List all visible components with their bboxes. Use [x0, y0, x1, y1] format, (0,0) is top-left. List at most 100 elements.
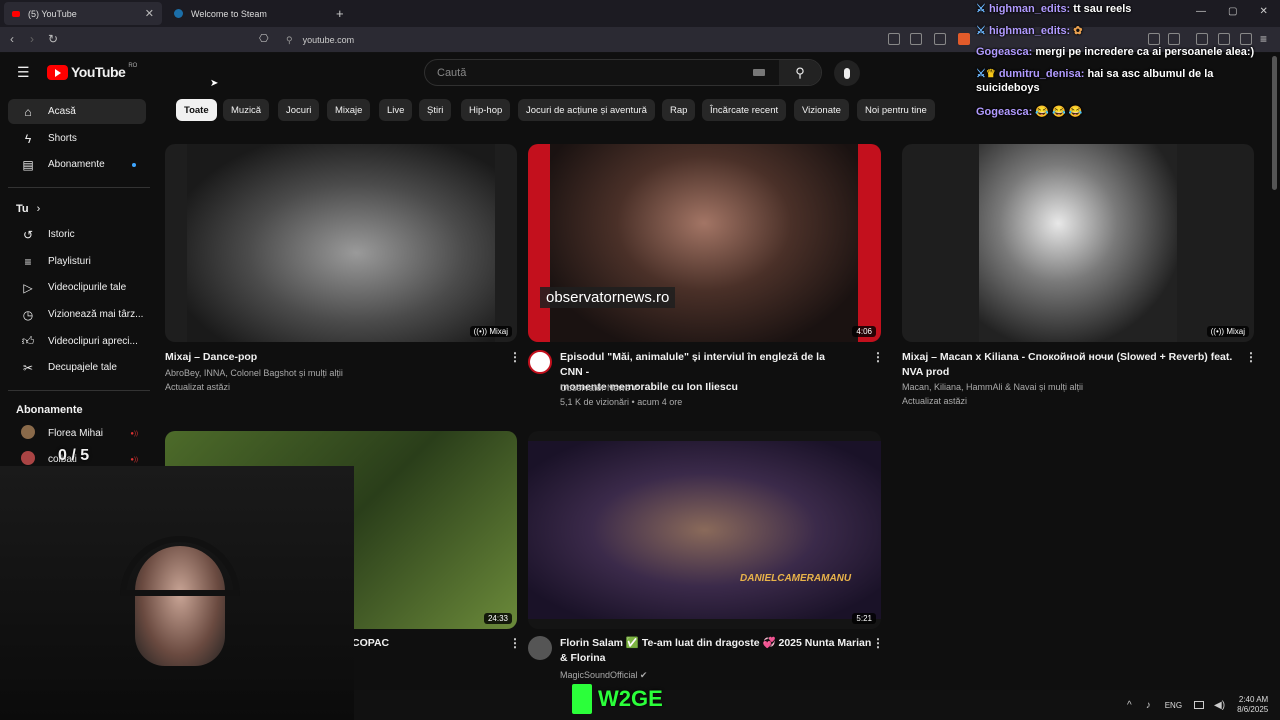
mouse-cursor-icon: ➤	[210, 78, 219, 89]
chat-username: Gogeasca:	[976, 106, 1033, 118]
new-tab-button[interactable]: +	[336, 6, 344, 21]
sidebar-item-your-videos[interactable]: ▷ Videoclipurile tale	[8, 275, 146, 300]
more-options-icon[interactable]: ⋮	[872, 350, 884, 364]
video-thumbnail[interactable]: ((•)) Mixaj	[165, 144, 517, 342]
chat-message: Gogeasca: 😂 😂 😂	[976, 105, 1083, 119]
search-button[interactable]: ⚲	[779, 60, 821, 85]
video-title-line: Mixaj – Macan x Kiliana - Спокойной ночи…	[902, 351, 1233, 363]
bookmark-icon[interactable]: ⎔	[259, 32, 269, 45]
video-title[interactable]: Florin Salam ✅ Te-am luat din dragoste 💞…	[560, 636, 872, 666]
sidebar-item-label: Florea Mihai	[48, 428, 104, 439]
back-icon[interactable]: ‹	[10, 32, 14, 46]
volume-icon[interactable]: ◀)	[1214, 700, 1225, 711]
sidebar-sub-florea-mihai[interactable]: Florea Mihai ●))	[8, 421, 146, 446]
clock-date: 8/6/2025	[1237, 705, 1269, 714]
more-options-icon[interactable]: ⋮	[1245, 350, 1257, 364]
tray-chevron-icon[interactable]: ^	[1127, 700, 1132, 711]
url-field[interactable]: ⚲ youtube.com	[280, 31, 880, 49]
youtube-logo[interactable]: YouTube RO	[47, 63, 138, 80]
sidebar-item-subscriptions[interactable]: ▤ Abonamente	[8, 152, 146, 177]
w2ge-mark-icon	[572, 684, 592, 714]
clock[interactable]: 2:40 AM 8/6/2025	[1237, 695, 1268, 715]
display-icon[interactable]	[1194, 701, 1205, 709]
chip-new-to-you[interactable]: Noi pentru tine	[857, 99, 935, 121]
more-options-icon[interactable]: ⋮	[872, 636, 884, 650]
chip-games[interactable]: Jocuri	[278, 99, 320, 121]
sidebar-item-home[interactable]: ⌂ Acasă	[8, 99, 146, 124]
sidebar-item-watch-later[interactable]: ◷ Vizionează mai târz...	[8, 302, 146, 327]
site-info-icon[interactable]: ⚲	[286, 35, 293, 46]
chip-music[interactable]: Muzică	[223, 99, 270, 121]
search-box[interactable]: Caută ⚲	[424, 59, 822, 86]
chip-hiphop[interactable]: Hip-hop	[461, 99, 511, 121]
sidebar-you-header[interactable]: Tu ›	[16, 203, 40, 215]
chip-recently-uploaded[interactable]: Încărcate recent	[702, 99, 787, 121]
video-channel[interactable]: Observator News ✔	[560, 381, 640, 395]
video-thumbnail[interactable]: ((•)) Mixaj	[902, 144, 1254, 342]
chip-all[interactable]: Toate	[176, 99, 217, 121]
video-thumbnail[interactable]: observatornews.ro 4:06	[528, 144, 881, 342]
thumbnail-caption: observatornews.ro	[540, 287, 676, 308]
sidebar-item-shorts[interactable]: ϟ Shorts	[8, 126, 146, 151]
keyboard-icon[interactable]	[753, 69, 765, 76]
youtube-favicon-icon	[12, 10, 20, 17]
chat-username: dumitru_denisa:	[998, 68, 1085, 80]
more-options-icon[interactable]: ⋮	[509, 636, 521, 650]
maximize-button[interactable]: ▢	[1228, 6, 1237, 17]
watch-later-icon: ◷	[22, 307, 34, 322]
history-icon: ↺	[22, 227, 34, 242]
wallet-icon[interactable]	[1240, 33, 1252, 45]
chip-rap[interactable]: Rap	[662, 99, 696, 121]
video-meta: Actualizat astăzi	[165, 382, 231, 392]
sidebar-toggle-icon[interactable]	[1168, 33, 1180, 45]
sidebar-item-liked-videos[interactable]: 👍︎ Videoclipuri apreci...	[8, 329, 146, 354]
live-indicator-icon: ●))	[130, 430, 138, 437]
extensions-icon[interactable]	[1148, 33, 1160, 45]
language-indicator[interactable]: ENG	[1165, 701, 1182, 710]
voice-search-button[interactable]	[834, 60, 860, 86]
region-code: RO	[128, 63, 138, 69]
video-thumbnail[interactable]: DANIELCAMERAMANU 5:21	[528, 431, 881, 629]
video-title-line: Florin Salam ✅ Te-am luat din dragoste 💞…	[560, 637, 872, 649]
sidebar-item-playlists[interactable]: ≡ Playlisturi	[8, 249, 146, 274]
thumbnail-image	[187, 144, 495, 342]
reload-icon[interactable]: ↻	[48, 32, 58, 46]
video-title[interactable]: COPAC	[352, 636, 389, 651]
leo-icon[interactable]	[1218, 33, 1230, 45]
chat-message: ⚔♛ dumitru_denisa: hai sa asc albumul de…	[976, 67, 1276, 95]
chip-mixes[interactable]: Mixaje	[327, 99, 371, 121]
channel-avatar[interactable]	[528, 350, 552, 374]
channel-avatar[interactable]	[528, 636, 552, 660]
screen-icon[interactable]	[888, 33, 900, 45]
translate-icon[interactable]	[910, 33, 922, 45]
thumbnail-image	[550, 144, 858, 342]
chip-live[interactable]: Live	[379, 99, 413, 121]
hamburger-menu-icon[interactable]: ☰	[17, 64, 30, 81]
microphone-tray-icon[interactable]: ♪	[1146, 700, 1151, 711]
tab-youtube[interactable]: (5) YouTube ✕	[4, 2, 162, 25]
microphone-icon	[844, 67, 850, 79]
close-tab-icon[interactable]: ✕	[145, 7, 154, 20]
sidebar-item-history[interactable]: ↺ Istoric	[8, 222, 146, 247]
tab-steam[interactable]: Welcome to Steam	[166, 2, 324, 25]
chip-action-adventure[interactable]: Jocuri de acțiune și aventură	[518, 99, 655, 121]
video-channel[interactable]: MagicSoundOfficial ✔	[560, 668, 647, 682]
sidebar-item-label: Decupajele tale	[48, 362, 117, 373]
download-icon[interactable]	[1196, 33, 1208, 45]
minimize-button[interactable]: —	[1196, 6, 1206, 17]
thumbnail-image	[528, 441, 881, 619]
video-channel: AbroBey, INNA, Colonel Bagshot și mulți …	[165, 368, 343, 378]
share-icon[interactable]	[934, 33, 946, 45]
chip-news[interactable]: Știri	[419, 99, 452, 121]
close-window-button[interactable]: ✕	[1259, 6, 1267, 17]
video-title[interactable]: Mixaj – Macan x Kiliana - Спокойной ночи…	[902, 350, 1232, 380]
chip-watched[interactable]: Vizionate	[794, 99, 849, 121]
sidebar-item-clips[interactable]: ✂ Decupajele tale	[8, 355, 146, 380]
video-title[interactable]: Mixaj – Dance-pop	[165, 350, 495, 365]
tab-title: Welcome to Steam	[191, 8, 267, 19]
more-options-icon[interactable]: ⋮	[509, 350, 521, 364]
menu-icon[interactable]: ≡	[1260, 32, 1267, 46]
search-input[interactable]: Caută	[425, 67, 753, 79]
brave-shield-icon[interactable]	[958, 33, 970, 45]
forward-icon[interactable]: ›	[30, 32, 34, 46]
